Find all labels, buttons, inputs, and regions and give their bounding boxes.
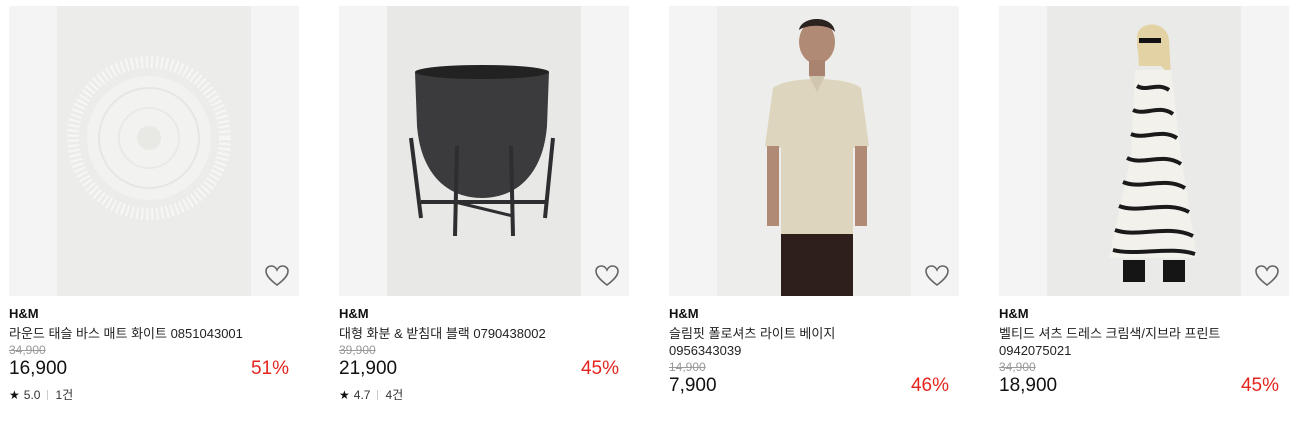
original-price: 14,900 [669, 360, 706, 374]
review-count: 4건 [385, 388, 404, 402]
product-card[interactable]: H&M 슬림핏 폴로셔츠 라이트 베이지 0956343039 14,900 7… [669, 6, 959, 402]
original-price: 39,900 [339, 343, 376, 357]
discount-rate: 45% [1240, 375, 1279, 396]
product-name[interactable]: 라운드 태슬 바스 매트 화이트 0851043001 [9, 325, 249, 342]
product-name[interactable]: 슬림핏 폴로셔츠 라이트 베이지 0956343039 [669, 325, 909, 359]
rating-value: 5.0 [23, 388, 41, 402]
brand-label: H&M [999, 306, 1029, 321]
price-row: 18,900 45% [999, 374, 1289, 398]
product-image[interactable] [339, 6, 629, 296]
original-price: 34,900 [999, 360, 1036, 374]
review-count: 1건 [55, 388, 74, 402]
discount-rate: 45% [580, 358, 619, 379]
sale-price: 16,900 [9, 358, 68, 379]
brand-label: H&M [339, 306, 369, 321]
wishlist-heart-icon[interactable] [924, 264, 950, 288]
rating-value: 4.7 [353, 388, 371, 402]
product-name[interactable]: 대형 화분 & 받침대 블랙 0790438002 [339, 325, 579, 342]
bath-mat-image [57, 6, 251, 296]
price-row: 16,900 51% [9, 357, 299, 381]
polo-shirt-image [717, 6, 911, 296]
discount-rate: 46% [910, 375, 949, 396]
price-row: 21,900 45% [339, 357, 629, 381]
product-card[interactable]: H&M 라운드 태슬 바스 매트 화이트 0851043001 34,900 1… [9, 6, 299, 402]
star-icon: ★ [339, 388, 350, 402]
original-price: 34,900 [9, 343, 46, 357]
brand-label: H&M [9, 306, 39, 321]
sale-price: 18,900 [999, 375, 1058, 396]
planter-image [387, 6, 581, 296]
rating: ★ 5.0 1건 [9, 388, 299, 402]
price-row: 7,900 46% [669, 374, 959, 398]
brand-label: H&M [669, 306, 699, 321]
discount-rate: 51% [250, 358, 289, 379]
wishlist-heart-icon[interactable] [264, 264, 290, 288]
product-name[interactable]: 벨티드 셔츠 드레스 크림색/지브라 프린트 0942075021 [999, 325, 1239, 359]
product-grid: H&M 라운드 태슬 바스 매트 화이트 0851043001 34,900 1… [9, 6, 1289, 402]
product-card[interactable]: H&M 벨티드 셔츠 드레스 크림색/지브라 프린트 0942075021 34… [999, 6, 1289, 402]
star-icon: ★ [9, 388, 20, 402]
wishlist-heart-icon[interactable] [1254, 264, 1280, 288]
wishlist-heart-icon[interactable] [594, 264, 620, 288]
shirt-dress-image [1047, 6, 1241, 296]
divider [47, 390, 49, 400]
sale-price: 21,900 [339, 358, 398, 379]
divider [377, 390, 379, 400]
sale-price: 7,900 [669, 375, 717, 396]
product-image[interactable] [999, 6, 1289, 296]
product-card[interactable]: H&M 대형 화분 & 받침대 블랙 0790438002 39,900 21,… [339, 6, 629, 402]
product-image[interactable] [9, 6, 299, 296]
rating: ★ 4.7 4건 [339, 388, 629, 402]
product-image[interactable] [669, 6, 959, 296]
